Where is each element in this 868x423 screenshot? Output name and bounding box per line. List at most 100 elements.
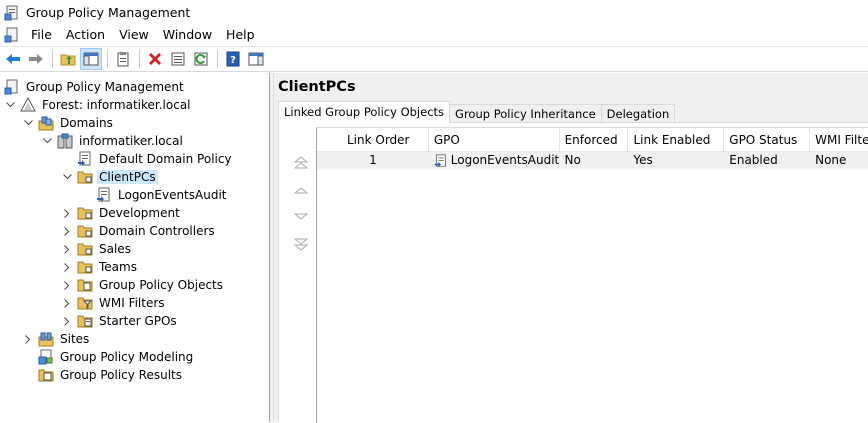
tree-item-starter-gpos[interactable]: Starter GPOs	[61, 312, 179, 330]
ou-folder-icon	[77, 261, 93, 274]
gpo-link-icon	[78, 151, 91, 166]
refresh-button[interactable]	[190, 48, 212, 70]
tree-label: Development	[99, 206, 180, 220]
title-bar: Group Policy Management	[0, 0, 868, 25]
chevron-right-icon[interactable]	[61, 243, 73, 255]
properties-icon	[117, 52, 129, 67]
tree-label: Sites	[60, 332, 90, 346]
move-up-button[interactable]	[291, 180, 311, 200]
column-header-wmi-filter[interactable]: WMI Filter	[810, 128, 868, 152]
move-down-icon	[294, 213, 308, 220]
help-icon: ?	[226, 51, 240, 67]
tree-label: LogonEventsAudit	[118, 188, 227, 202]
chevron-down-icon[interactable]	[41, 135, 53, 147]
up-one-level-button[interactable]	[57, 48, 79, 70]
cell-enforced: No	[564, 153, 581, 167]
tree-item-domain[interactable]: informatiker.local	[41, 132, 185, 150]
show-action-pane-icon	[248, 52, 264, 66]
tree-item-development[interactable]: Development	[61, 204, 182, 222]
move-top-icon	[294, 156, 308, 169]
window-title: Group Policy Management	[26, 5, 191, 20]
cell-gpo: LogonEventsAudit	[429, 152, 560, 169]
tree-item-clientpcs[interactable]: ClientPCs	[61, 168, 158, 186]
tree-item-teams[interactable]: Teams	[61, 258, 139, 276]
sites-icon	[38, 332, 54, 347]
ou-folder-icon	[77, 225, 93, 238]
cell-link-order: 1	[369, 153, 377, 167]
chevron-right-icon[interactable]	[61, 225, 73, 237]
menu-help[interactable]: Help	[219, 25, 262, 45]
show-action-pane-button[interactable]	[245, 48, 267, 70]
tree-label: Domain Controllers	[99, 224, 215, 238]
details-pane: ClientPCs Linked Group Policy Objects Gr…	[274, 73, 868, 423]
move-up-icon	[294, 187, 308, 194]
gp-modeling-icon	[38, 349, 53, 365]
tree-label: informatiker.local	[79, 134, 183, 148]
tab-delegation[interactable]: Delegation	[600, 104, 676, 123]
chevron-right-icon[interactable]	[61, 279, 73, 291]
forward-icon	[29, 54, 43, 64]
tree-item-sales[interactable]: Sales	[61, 240, 133, 258]
forward-button[interactable]	[25, 48, 47, 70]
column-header-link-order[interactable]: ⌃ Link Order	[317, 128, 429, 152]
system-menu-icon[interactable]	[4, 27, 20, 43]
table-row[interactable]: 1 LogonEventsAudit No Yes Enabled None	[317, 152, 868, 169]
column-header-link-enabled[interactable]: Link Enabled	[628, 128, 725, 152]
tree-item-sites[interactable]: Sites	[22, 330, 91, 348]
delete-icon	[149, 53, 161, 65]
delete-button[interactable]	[144, 48, 166, 70]
tree-item-gpm-root[interactable]: Group Policy Management	[4, 78, 186, 96]
move-down-button[interactable]	[291, 207, 311, 227]
gpo-icon	[434, 153, 446, 167]
tree-label: Default Domain Policy	[99, 152, 232, 166]
chevron-right-icon[interactable]	[61, 261, 73, 273]
tree-item-logoneventsaudit[interactable]: LogonEventsAudit	[80, 186, 228, 204]
tree-label: Sales	[99, 242, 131, 256]
chevron-right-icon[interactable]	[61, 207, 73, 219]
tree-label: Group Policy Management	[26, 80, 184, 94]
tree-label: Domains	[60, 116, 113, 130]
help-button[interactable]: ?	[222, 48, 244, 70]
chevron-down-icon[interactable]	[61, 171, 73, 183]
details-title: ClientPCs	[278, 79, 356, 95]
move-to-bottom-button[interactable]	[291, 234, 311, 254]
chevron-down-icon[interactable]	[4, 99, 16, 111]
ou-folder-icon	[77, 243, 93, 256]
column-header-gpo-status[interactable]: GPO Status	[724, 128, 811, 152]
properties-button[interactable]	[112, 48, 134, 70]
export-list-button[interactable]	[167, 48, 189, 70]
chevron-down-icon[interactable]	[22, 117, 34, 129]
show-hide-console-tree-button[interactable]	[80, 48, 102, 70]
chevron-right-icon[interactable]	[61, 315, 73, 327]
link-order-buttons	[291, 153, 311, 261]
chevron-right-icon[interactable]	[61, 297, 73, 309]
tree-item-forest[interactable]: Forest: informatiker.local	[4, 96, 193, 114]
chevron-right-icon[interactable]	[22, 333, 34, 345]
toolbar-separator	[107, 50, 108, 68]
back-button[interactable]	[2, 48, 24, 70]
tree-label: Starter GPOs	[99, 314, 177, 328]
tree-item-domains[interactable]: Domains	[22, 114, 115, 132]
column-header-enforced[interactable]: Enforced	[560, 128, 629, 152]
tree-item-wmi-filters[interactable]: WMI Filters	[61, 294, 167, 312]
gpo-folder-icon	[77, 279, 93, 292]
menu-view[interactable]: View	[112, 25, 156, 45]
tab-gp-inheritance[interactable]: Group Policy Inheritance	[449, 104, 602, 123]
tree-item-gp-results[interactable]: Group Policy Results	[22, 366, 184, 384]
tree-label: Teams	[99, 260, 137, 274]
export-icon	[171, 52, 185, 66]
tab-content: ⌃ Link Order GPO Enforced Link Enabled G…	[278, 122, 868, 423]
move-to-top-button[interactable]	[291, 153, 311, 173]
tree-item-gp-modeling[interactable]: Group Policy Modeling	[22, 348, 195, 366]
menu-action[interactable]: Action	[59, 25, 112, 45]
back-icon	[6, 54, 20, 64]
menu-window[interactable]: Window	[156, 25, 219, 45]
tree-item-domain-controllers[interactable]: Domain Controllers	[61, 222, 217, 240]
domains-icon	[38, 116, 54, 131]
tab-linked-gpos[interactable]: Linked Group Policy Objects	[278, 101, 451, 123]
tree-item-group-policy-objects[interactable]: Group Policy Objects	[61, 276, 225, 294]
tree-item-default-domain-policy[interactable]: Default Domain Policy	[61, 150, 234, 168]
column-header-gpo[interactable]: GPO	[429, 128, 560, 152]
menu-file[interactable]: File	[24, 25, 59, 45]
ou-folder-icon	[77, 171, 93, 184]
